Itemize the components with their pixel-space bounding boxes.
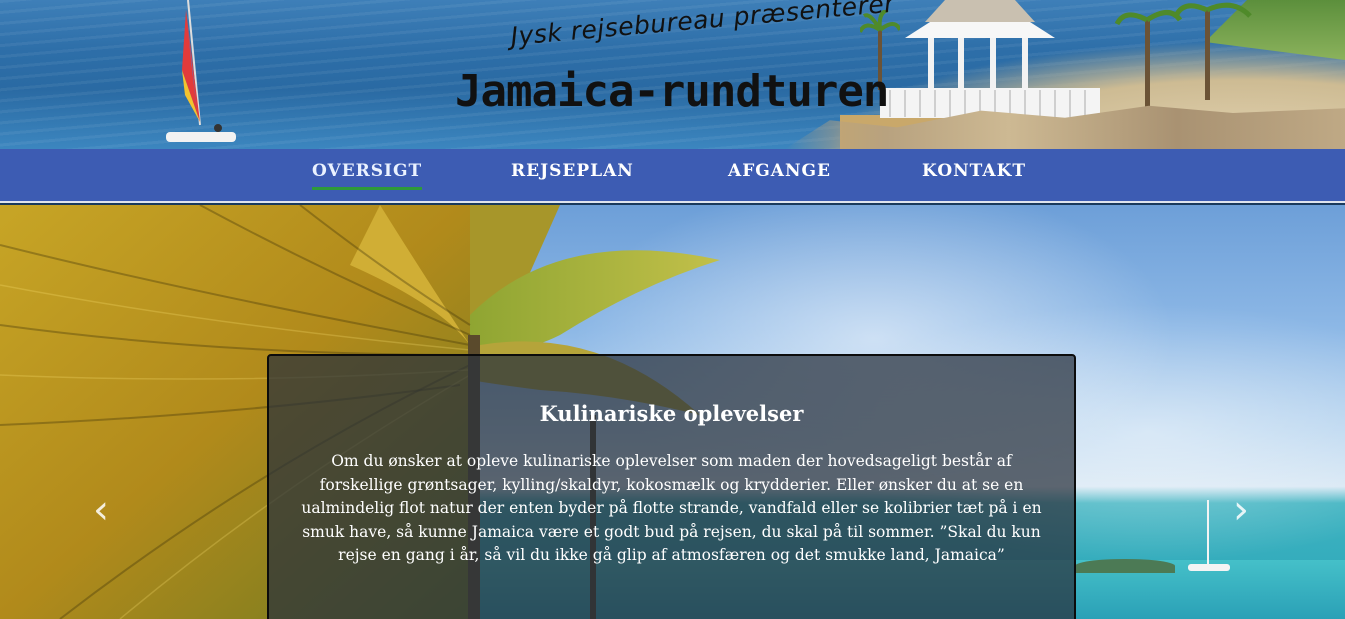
carousel-prev-button[interactable]: ‹ bbox=[86, 490, 116, 530]
chevron-right-icon: › bbox=[1233, 487, 1249, 533]
caption-title: Kulinariske oplevelser bbox=[539, 401, 804, 426]
caption-text: Om du ønsker at opleve kulinariske oplev… bbox=[301, 452, 1042, 564]
carousel-caption: Kulinariske oplevelser Om du ønsker at o… bbox=[267, 354, 1076, 619]
nav-item-oversigt[interactable]: OVERSIGT bbox=[312, 161, 423, 190]
hero-island bbox=[1075, 559, 1175, 573]
nav-item-rejseplan[interactable]: REJSEPLAN bbox=[511, 161, 634, 187]
nav-item-afgange[interactable]: AFGANGE bbox=[728, 161, 831, 187]
sailboat-image bbox=[166, 0, 236, 142]
main-navigation: OVERSIGT REJSEPLAN AFGANGE KONTAKT bbox=[0, 149, 1345, 203]
site-title: Jamaica-rundturen bbox=[455, 66, 889, 117]
nav-item-kontakt[interactable]: KONTAKT bbox=[922, 161, 1026, 187]
header-banner: Jysk rejsebureau præsenterer Jamaica-run… bbox=[0, 0, 1345, 149]
chevron-left-icon: ‹ bbox=[93, 487, 109, 533]
carousel-next-button[interactable]: › bbox=[1226, 490, 1256, 530]
palm-trees-icon bbox=[1115, 2, 1252, 110]
